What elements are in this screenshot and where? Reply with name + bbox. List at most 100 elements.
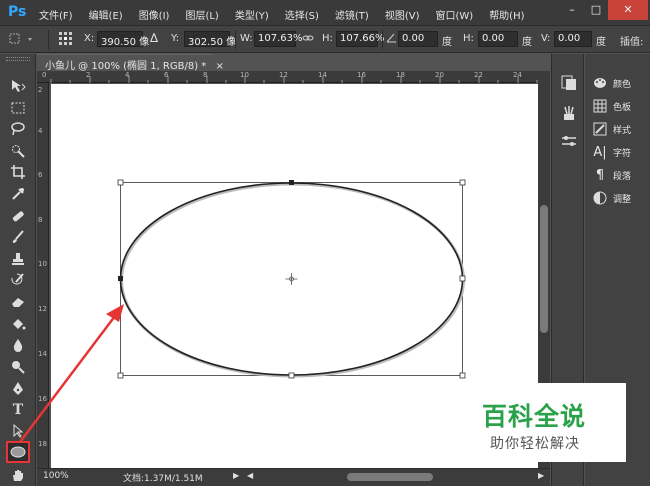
paragraph-icon: ¶ (595, 167, 605, 183)
adjustments-icon (593, 191, 607, 205)
styles-icon (593, 122, 607, 136)
status-bar: 100% 文档:1.37M/1.51M ▶ ◀ ▶ (37, 468, 550, 486)
dodge-tool-icon[interactable] (8, 357, 28, 377)
swatches-panel-item[interactable]: 色板 (593, 96, 631, 116)
scroll-left-arrow-icon[interactable]: ◀ (247, 471, 253, 480)
w-label: W: (240, 33, 253, 44)
ruler-tick: 2 (38, 86, 43, 94)
close-button[interactable]: ✕ (608, 0, 648, 20)
ellipse-tool-icon[interactable] (6, 441, 30, 463)
paragraph-panel-label: 段落 (613, 171, 632, 182)
interpolation-label[interactable]: 插值: (620, 33, 643, 48)
toolbox-grip[interactable] (6, 57, 30, 61)
ruler-tick: 12 (38, 305, 47, 313)
paint-bucket-tool-icon[interactable] (8, 314, 28, 334)
zoom-level[interactable]: 100% (43, 471, 69, 481)
main-menu: 文件(F) 编辑(E) 图像(I) 图层(L) 类型(Y) 选择(S) 滤镜(T… (39, 7, 541, 22)
adjustments-panel-label: 调整 (613, 194, 632, 205)
minimize-button[interactable]: – (560, 0, 584, 20)
grid-icon (593, 99, 607, 113)
blur-tool-icon[interactable] (8, 335, 28, 355)
hskew-label: H: (463, 33, 474, 44)
angle-field[interactable]: 0.00 (398, 31, 438, 47)
menu-type[interactable]: 类型(Y) (235, 7, 269, 22)
watermark-title: 百科全说 (482, 402, 587, 431)
menu-window[interactable]: 窗口(W) (435, 7, 473, 22)
maximize-button[interactable]: □ (584, 0, 608, 20)
vertical-scroll-thumb[interactable] (540, 205, 548, 333)
eyedropper-tool-icon[interactable] (8, 184, 28, 204)
ruler-tick: 6 (38, 171, 43, 179)
healing-brush-tool-icon[interactable] (8, 206, 28, 226)
ruler-tick: 14 (38, 350, 47, 358)
history-brush-tool-icon[interactable] (8, 270, 28, 290)
menu-filter[interactable]: 滤镜(T) (335, 7, 369, 22)
y-field[interactable]: 302.50 像 (184, 31, 236, 48)
options-bar: X: 390.50 像 ∆ Y: 302.50 像 W: 107.63% H: … (0, 26, 650, 53)
menu-view[interactable]: 视图(V) (385, 7, 420, 22)
horizontal-scroll-thumb[interactable] (347, 473, 433, 481)
crop-tool-icon[interactable] (8, 162, 28, 182)
move-tool-icon[interactable] (8, 76, 28, 96)
character-panel-item[interactable]: A| 字符 (593, 142, 631, 162)
x-label: X: (84, 33, 95, 44)
pen-tool-icon[interactable] (8, 379, 28, 399)
quick-select-tool-icon[interactable] (8, 141, 28, 161)
vertical-ruler: 2 4 6 8 10 12 14 16 18 (37, 83, 49, 468)
transform-tool-icon[interactable] (6, 31, 36, 50)
styles-panel-label: 样式 (613, 125, 632, 136)
status-menu-arrow-icon[interactable]: ▶ (233, 471, 239, 480)
history-panel-icon[interactable] (560, 74, 578, 92)
toolbox: T (0, 54, 36, 486)
x-field[interactable]: 390.50 像 (97, 31, 149, 48)
delta-icon[interactable]: ∆ (150, 31, 158, 45)
vskew-label: V: (541, 33, 551, 44)
window-controls: – □ ✕ (560, 0, 648, 20)
character-panel-label: 字符 (613, 148, 632, 159)
photoshop-logo: Ps (8, 4, 27, 20)
ruler-tick: 16 (38, 395, 47, 403)
hskew-field[interactable]: 0.00 (478, 31, 518, 47)
paragraph-panel-item[interactable]: ¶ 段落 (593, 165, 631, 185)
color-panel-label: 颜色 (613, 79, 632, 90)
menu-edit[interactable]: 编辑(E) (89, 7, 123, 22)
link-icon[interactable] (302, 32, 314, 47)
watermark-subtitle: 助你轻松解决 (490, 436, 580, 452)
height-field[interactable]: 107.66% (336, 31, 385, 47)
marquee-tool-icon[interactable] (8, 98, 28, 118)
type-tool-icon[interactable]: T (8, 400, 28, 420)
ruler-tick: 8 (38, 216, 43, 224)
path-selection-tool-icon[interactable] (8, 421, 28, 441)
stamp-tool-icon[interactable] (8, 249, 28, 269)
hand-tool-icon[interactable] (8, 465, 28, 485)
styles-panel-item[interactable]: 样式 (593, 119, 631, 139)
menu-layer[interactable]: 图层(L) (185, 7, 218, 22)
vskew-unit: 度 (596, 37, 606, 48)
h-label: H: (322, 33, 333, 44)
eraser-tool-icon[interactable] (8, 292, 28, 312)
palette-icon (593, 76, 607, 90)
ellipse-shape[interactable] (51, 84, 538, 468)
menu-image[interactable]: 图像(I) (139, 7, 170, 22)
document-tab[interactable]: 小鱼儿 @ 100% (椭圆 1, RGB/8) * × (37, 54, 224, 72)
brush-tool-icon[interactable] (8, 227, 28, 247)
character-icon: A| (593, 144, 607, 160)
document-size[interactable]: 文档:1.37M/1.51M (123, 471, 203, 484)
lasso-tool-icon[interactable] (8, 119, 28, 139)
brush-presets-icon[interactable] (560, 104, 578, 122)
adjustments-panel-item[interactable]: 调整 (593, 188, 631, 208)
menu-help[interactable]: 帮助(H) (489, 7, 524, 22)
reference-point-icon[interactable] (58, 31, 74, 50)
menu-select[interactable]: 选择(S) (285, 7, 319, 22)
watermark: 百科全说 助你轻松解决 (468, 383, 626, 462)
width-field[interactable]: 107.63% (254, 31, 303, 47)
menu-file[interactable]: 文件(F) (39, 7, 73, 22)
vskew-field[interactable]: 0.00 (554, 31, 592, 47)
y-label: Y: (171, 33, 180, 44)
tool-presets-icon[interactable] (560, 132, 578, 150)
scroll-right-arrow-icon[interactable]: ▶ (538, 471, 544, 480)
menu-bar: Ps 文件(F) 编辑(E) 图像(I) 图层(L) 类型(Y) 选择(S) 滤… (0, 0, 650, 26)
ruler-tick: 10 (38, 260, 47, 268)
color-panel-item[interactable]: 颜色 (593, 73, 631, 93)
canvas[interactable] (51, 84, 538, 468)
